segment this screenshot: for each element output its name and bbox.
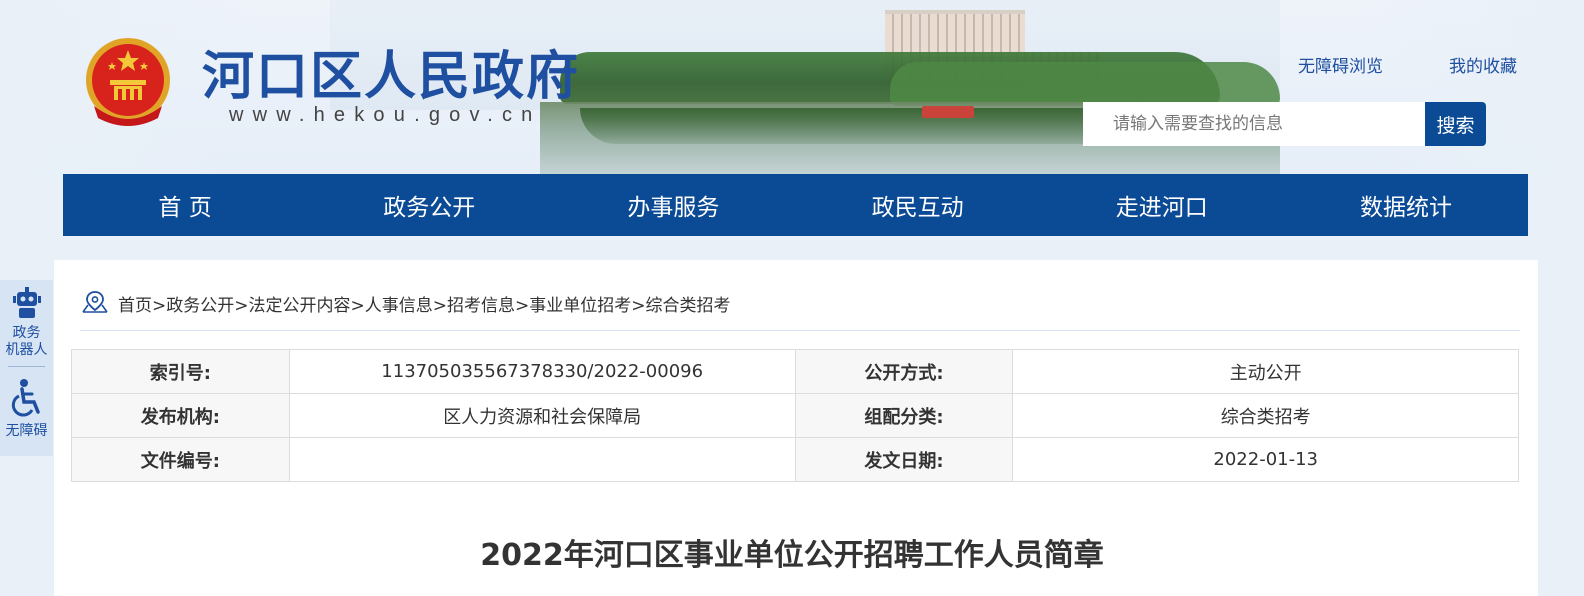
index-no-label: 索引号: (71, 349, 290, 394)
nav-statistics[interactable]: 数据统计 (1284, 174, 1528, 236)
nav-government-affairs[interactable]: 政务公开 (307, 174, 551, 236)
table-row: 索引号: 113705035567378330/2022-00096 公开方式:… (71, 349, 1519, 394)
category-value: 综合类招考 (1012, 393, 1519, 438)
accessible-browse-link[interactable]: 无障碍浏览 (1298, 52, 1383, 77)
document-meta-table: 索引号: 113705035567378330/2022-00096 公开方式:… (71, 349, 1519, 482)
location-pin-icon (82, 291, 108, 313)
issue-date-value: 2022-01-13 (1012, 437, 1519, 482)
robot-icon (12, 287, 41, 318)
issue-date-label: 发文日期: (794, 437, 1014, 482)
search-input[interactable] (1083, 102, 1425, 146)
publish-method-label: 公开方式: (794, 349, 1014, 394)
site-url: www.hekou.gov.cn (229, 104, 542, 126)
accessibility-button[interactable]: 无障碍 (0, 378, 53, 440)
robot-label-2: 机器人 (5, 342, 48, 358)
side-toolbar: 政务 机器人 无障碍 (0, 280, 53, 456)
table-row: 发布机构: 区人力资源和社会保障局 组配分类: 综合类招考 (71, 393, 1519, 438)
publish-method-value: 主动公开 (1012, 349, 1519, 394)
nav-interaction[interactable]: 政民互动 (796, 174, 1040, 236)
wheelchair-icon (11, 379, 40, 417)
national-emblem-icon (86, 38, 170, 126)
publisher-label: 发布机构: (71, 393, 290, 438)
favorites-link[interactable]: 我的收藏 (1449, 52, 1517, 77)
document-no-label: 文件编号: (71, 437, 290, 482)
nav-home[interactable]: 首 页 (63, 174, 307, 236)
accessibility-label: 无障碍 (5, 423, 48, 439)
index-no-value: 113705035567378330/2022-00096 (288, 349, 796, 394)
robot-label-1: 政务 (12, 325, 41, 341)
gov-robot-button[interactable]: 政务 机器人 (0, 286, 53, 359)
breadcrumb[interactable]: 首页>政务公开>法定公开内容>人事信息>招考信息>事业单位招考>综合类招考 (118, 291, 730, 316)
category-label: 组配分类: (794, 393, 1014, 438)
article-title: 2022年河口区事业单位公开招聘工作人员简章 (480, 538, 1104, 573)
table-row: 文件编号: 发文日期: 2022-01-13 (71, 437, 1519, 482)
breadcrumb-divider (80, 330, 1520, 331)
search-button[interactable]: 搜索 (1425, 102, 1486, 146)
main-nav: 首 页 政务公开 办事服务 政民互动 走进河口 数据统计 (63, 174, 1528, 236)
document-no-value (288, 437, 796, 482)
nav-about-hekou[interactable]: 走进河口 (1040, 174, 1284, 236)
site-title: 河口区人民政府 (202, 47, 581, 107)
publisher-value: 区人力资源和社会保障局 (288, 393, 796, 438)
nav-services[interactable]: 办事服务 (551, 174, 795, 236)
